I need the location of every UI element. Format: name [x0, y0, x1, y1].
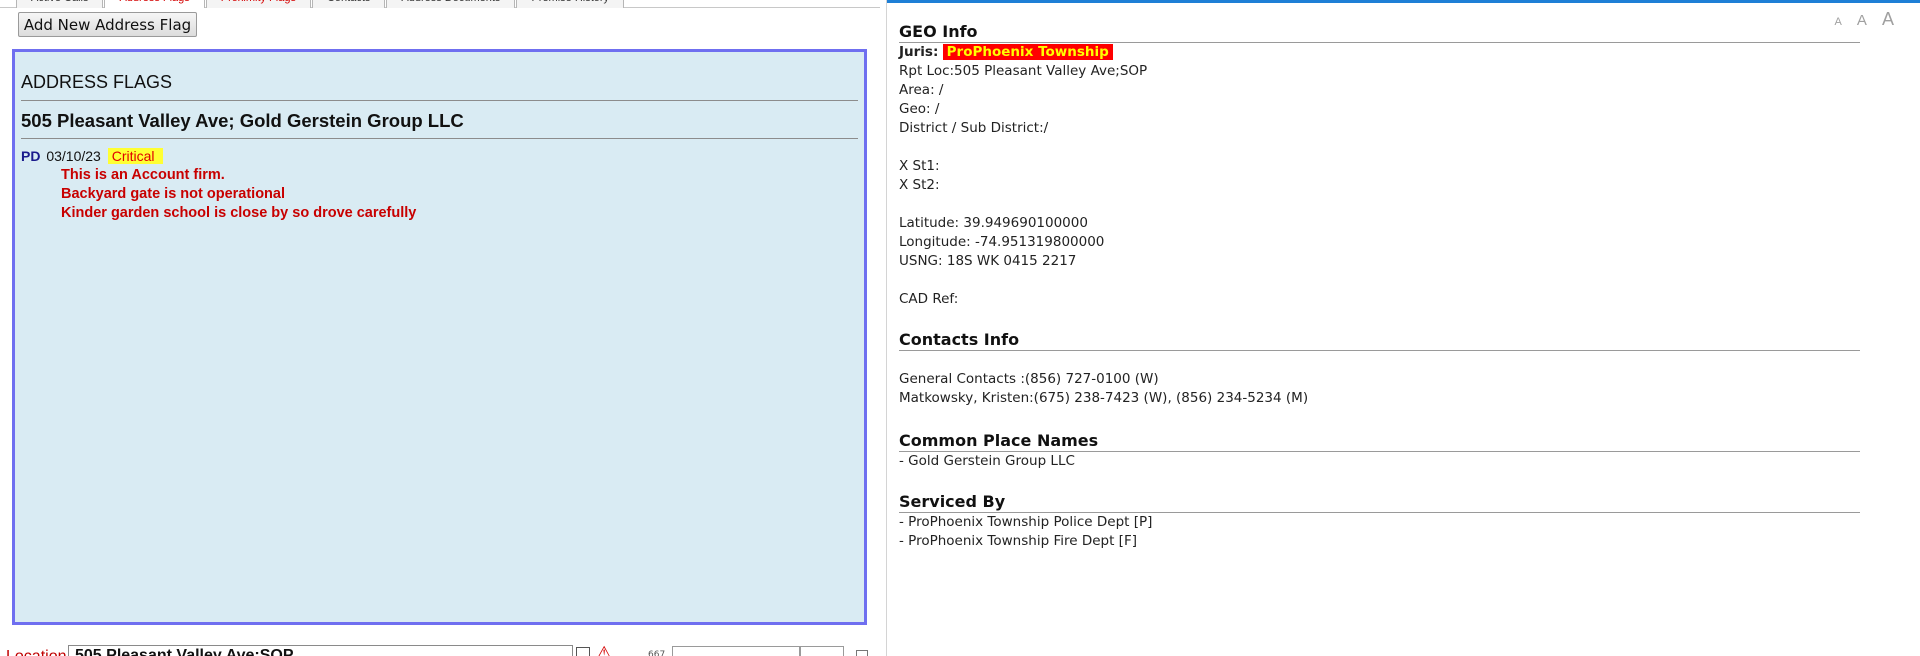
location-type-select[interactable] [672, 646, 800, 656]
common-place-names-section: Common Place Names - Gold Gerstein Group… [899, 431, 1860, 471]
flag-severity-badge: Critical [107, 148, 163, 164]
address-flags-heading: ADDRESS FLAGS [21, 72, 858, 101]
option-checkbox[interactable] [856, 650, 868, 656]
common-place-names-title: Common Place Names [899, 431, 1860, 452]
tab-premise-history[interactable]: Premise History [516, 0, 625, 8]
cad-ref-line: CAD Ref: [899, 291, 959, 307]
address-flags-panel: ADDRESS FLAGS 505 Pleasant Valley Ave; G… [12, 49, 867, 625]
tab-proximity-flags[interactable]: Proximity Flags [205, 0, 311, 8]
serviced-by-title: Serviced By [899, 492, 1860, 513]
contacts-info-section: Contacts Info General Contacts :(856) 72… [899, 330, 1860, 408]
contact-line: General Contacts :(856) 727-0100 (W) [899, 371, 1159, 387]
area-line: Area: / [899, 82, 944, 98]
tab-active-calls[interactable]: Active Calls [16, 0, 104, 8]
flag-agency: PD [21, 148, 41, 164]
geo-line: Geo: / [899, 101, 940, 117]
add-address-flag-button[interactable]: Add New Address Flag [18, 12, 197, 37]
contact-line: Matkowsky, Kristen:(675) 238-7423 (W), (… [899, 390, 1309, 406]
location-info-pane: A A A GEO Info Juris: ProPhoenix Townshi… [887, 0, 1920, 656]
juris-value: ProPhoenix Township [942, 44, 1113, 60]
x-st2-line: X St2: [899, 177, 940, 193]
juris-line: Juris: ProPhoenix Township [899, 43, 1860, 62]
location-code: 667 [648, 650, 666, 656]
serviced-by-line: - ProPhoenix Township Fire Dept [F] [899, 533, 1137, 549]
verify-checkbox[interactable] [576, 647, 590, 656]
rpt-loc-line: Rpt Loc:505 Pleasant Valley Ave;SOP [899, 63, 1148, 79]
district-line: District / Sub District:/ [899, 120, 1049, 136]
juris-label: Juris: [899, 44, 939, 60]
location-bar: Location ⚠ 667 [0, 643, 886, 656]
geo-info-title: GEO Info [899, 22, 1860, 43]
font-large-button[interactable]: A [1882, 9, 1894, 29]
serviced-by-section: Serviced By - ProPhoenix Township Police… [899, 492, 1860, 551]
flag-entry-header: PD 03/10/23 Critical [21, 148, 163, 164]
flag-address-title: 505 Pleasant Valley Ave; Gold Gerstein G… [21, 110, 858, 139]
serviced-by-line: - ProPhoenix Township Police Dept [P] [899, 514, 1153, 530]
warning-icon[interactable]: ⚠ [596, 643, 612, 656]
location-filter-select[interactable] [800, 646, 844, 656]
x-st1-line: X St1: [899, 158, 940, 174]
tab-contacts[interactable]: Contacts [311, 0, 386, 8]
longitude-line: Longitude: -74.951319800000 [899, 234, 1105, 250]
geo-info-section: GEO Info Juris: ProPhoenix Township Rpt … [899, 22, 1860, 309]
flag-note: Backyard gate is not operational [61, 186, 286, 202]
flag-note: Kinder garden school is close by so drov… [61, 205, 417, 221]
place-name-line: - Gold Gerstein Group LLC [899, 453, 1075, 469]
tab-address-documents[interactable]: Address Documents [386, 0, 516, 8]
location-label: Location [6, 648, 67, 656]
latitude-line: Latitude: 39.949690100000 [899, 215, 1088, 231]
flag-note: This is an Account firm. [61, 167, 225, 183]
tab-address-flags[interactable]: Address Flags [104, 0, 205, 8]
address-flags-pane: Active Calls Address Flags Proximity Fla… [0, 0, 887, 656]
usng-line: USNG: 18S WK 0415 2217 [899, 253, 1077, 269]
location-input[interactable] [68, 645, 573, 656]
flag-date: 03/10/23 [46, 148, 101, 164]
contacts-info-title: Contacts Info [899, 330, 1860, 351]
tab-strip: Active Calls Address Flags Proximity Fla… [16, 0, 625, 8]
